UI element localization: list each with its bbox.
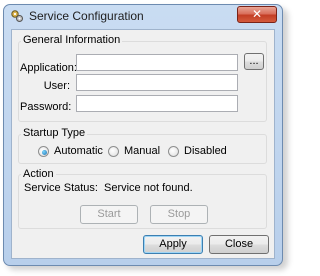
dialog-window: Service Configuration ✕ General Informat… <box>3 4 283 266</box>
window-title: Service Configuration <box>29 9 144 23</box>
radio-disabled-circle <box>168 146 179 157</box>
browse-button[interactable]: ... <box>244 53 264 70</box>
password-input[interactable] <box>76 95 238 112</box>
radio-disabled-label: Disabled <box>184 145 227 157</box>
apply-button-label: Apply <box>159 238 187 250</box>
close-icon: ✕ <box>251 7 263 21</box>
dialog-body: General Information Application: ... Use… <box>11 29 275 259</box>
close-button[interactable]: Close <box>209 235 269 254</box>
service-status-value: Service not found. <box>104 182 193 194</box>
window-close-button[interactable]: ✕ <box>237 6 277 23</box>
apply-button[interactable]: Apply <box>143 235 203 254</box>
start-button-label: Start <box>97 208 121 220</box>
browse-button-label: ... <box>249 55 259 67</box>
stop-button[interactable]: Stop <box>150 205 208 224</box>
action-title: Action <box>21 168 56 180</box>
close-button-label: Close <box>224 238 254 250</box>
user-label: User: <box>43 80 70 92</box>
stop-button-label: Stop <box>167 208 191 220</box>
startup-type-title: Startup Type <box>21 127 88 139</box>
start-button[interactable]: Start <box>80 205 138 224</box>
radio-manual-label: Manual <box>124 145 161 157</box>
service-status-label: Service Status: <box>24 182 98 194</box>
radio-automatic-circle <box>38 146 49 157</box>
application-label: Application: <box>20 62 77 74</box>
gears-icon <box>11 10 23 22</box>
password-label: Password: <box>20 101 72 113</box>
radio-automatic-label: Automatic <box>54 145 103 157</box>
user-input[interactable] <box>76 74 238 91</box>
radio-manual-circle <box>108 146 119 157</box>
general-information-title: General Information <box>21 34 123 46</box>
application-input[interactable] <box>76 54 238 71</box>
title-bar[interactable]: Service Configuration ✕ <box>4 5 282 27</box>
radio-selected-dot <box>42 150 47 155</box>
